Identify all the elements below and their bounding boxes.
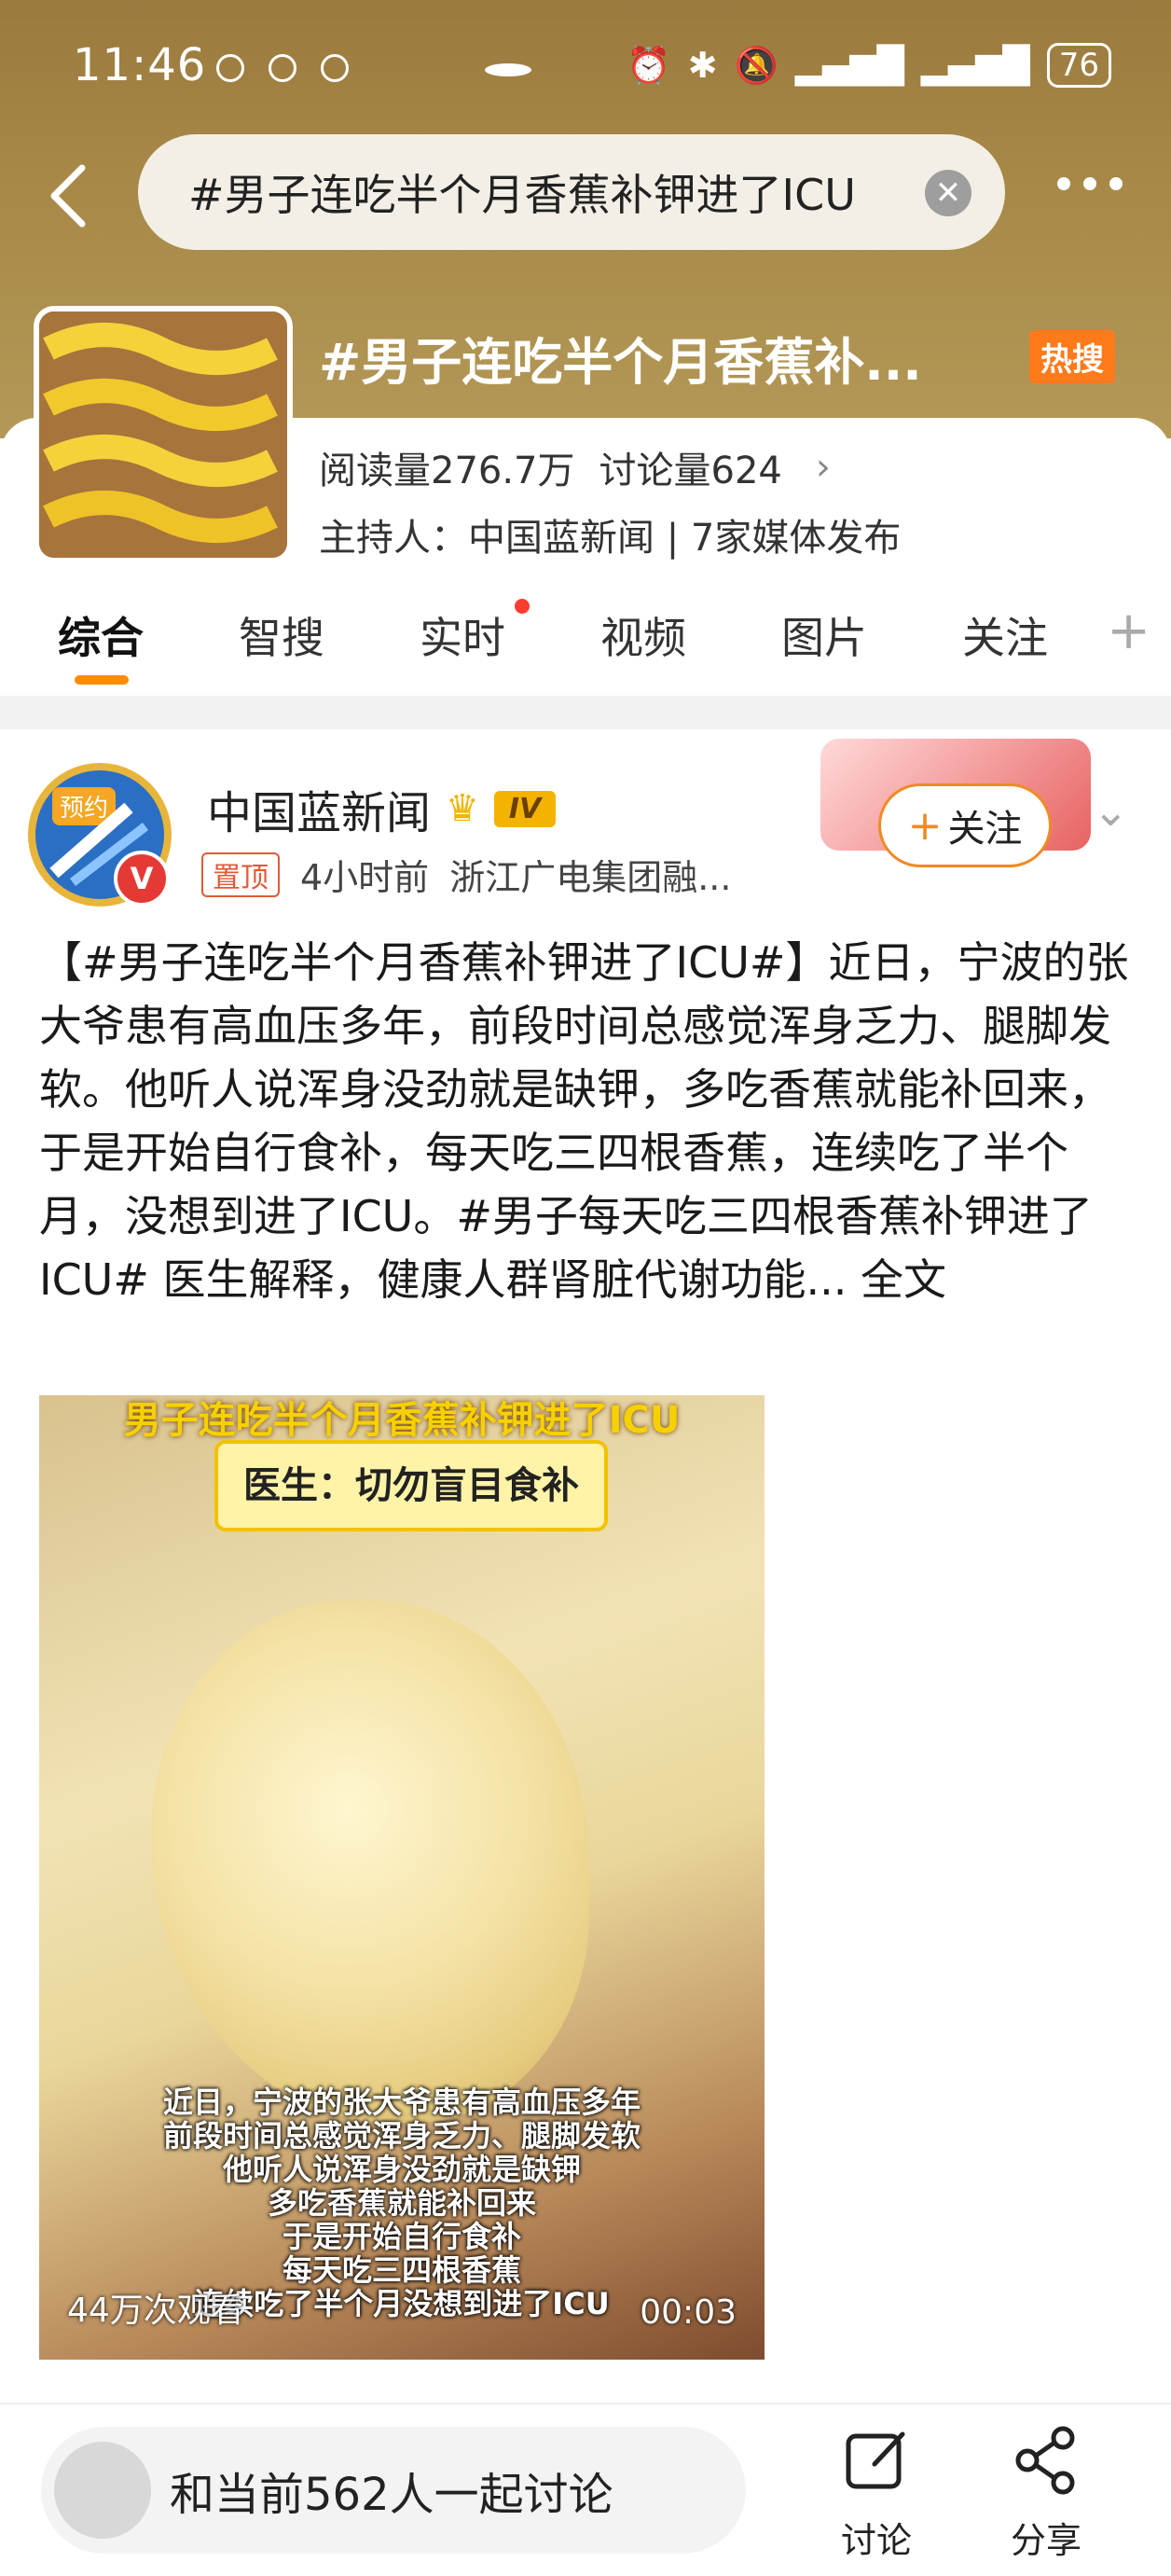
user-avatar <box>54 2442 151 2539</box>
search-bar[interactable]: #男子连吃半个月香蕉补钾进了ICU ✕ <box>138 134 1005 250</box>
tab-realtime[interactable]: 实时 <box>420 604 505 666</box>
discuss-prompt[interactable]: 和当前562人一起讨论 <box>170 2458 613 2523</box>
read-count: 阅读量276.7万 <box>319 450 575 492</box>
chevron-down-icon[interactable]: ⌄ <box>1093 785 1129 836</box>
alarm-icon: ⏰ <box>627 44 671 86</box>
hot-badge: 热搜 <box>1029 330 1115 383</box>
bluetooth-icon: ✱ <box>687 45 718 86</box>
follow-label: 关注 <box>947 808 1023 851</box>
caption-line: 于是开始自行食补 <box>282 2219 521 2254</box>
signal-icon: ▂▄▆█ <box>920 45 1030 86</box>
tab-images[interactable]: 图片 <box>781 604 867 666</box>
banana-image <box>151 1600 589 2123</box>
camera-notch-icon <box>485 63 531 76</box>
discuss-label: 讨论 <box>840 2520 912 2561</box>
discuss-input[interactable]: 和当前562人一起讨论 <box>41 2427 746 2554</box>
video-views: 44万次观看 <box>67 2292 244 2330</box>
clock: 11:46 <box>73 39 207 91</box>
video-player[interactable]: 男子连吃半个月香蕉补钾进了ICU 医生：切勿盲目食补 近日，宁波的张大爷患有高血… <box>39 1395 765 2360</box>
author-row[interactable]: 中国蓝新闻 ♛ IV <box>207 776 557 841</box>
discuss-button[interactable]: 讨论 <box>820 2423 932 2563</box>
caption-line: 近日，宁波的张大爷患有高血压多年 <box>162 2084 641 2120</box>
video-badge: 医生：切勿盲目食补 <box>214 1440 608 1531</box>
active-tab-indicator <box>75 675 129 685</box>
crown-icon: ♛ <box>446 787 479 830</box>
notification-icons <box>216 54 349 82</box>
search-query[interactable]: #男子连吃半个月香蕉补钾进了ICU <box>188 161 856 223</box>
section-divider <box>0 696 1171 729</box>
level-badge: IV <box>493 790 557 827</box>
topic-thumbnail[interactable] <box>34 306 293 563</box>
system-icons: ⏰ ✱ 🔕 ▂▄▆█ ▂▄▆█ 76 <box>627 43 1111 88</box>
edit-icon <box>846 2431 905 2489</box>
post-text: 【#男子连吃半个月香蕉补钾进了ICU#】近日，宁波的张大爷患有高血压多年，前段时… <box>39 931 1139 1311</box>
tab-smart-search[interactable]: 智搜 <box>239 604 324 666</box>
post-time: 4小时前 <box>300 857 430 898</box>
video-duration: 00:03 <box>640 2293 737 2332</box>
verified-icon: V <box>114 851 170 907</box>
more-options-icon[interactable] <box>1057 177 1123 190</box>
tab-video[interactable]: 视频 <box>600 604 686 666</box>
author-name[interactable]: 中国蓝新闻 <box>207 776 431 841</box>
signal-icon: ▂▄▆█ <box>794 45 904 86</box>
caption-line: 每天吃三四根香蕉 <box>282 2252 521 2288</box>
add-tab-icon[interactable]: + <box>1107 601 1150 661</box>
topic-stats[interactable]: 阅读量276.7万 讨论量624 › <box>319 440 831 494</box>
caption-line: 前段时间总感觉浑身乏力、腿脚发软 <box>162 2118 641 2154</box>
share-label: 分享 <box>1010 2520 1081 2561</box>
pinned-badge: 置顶 <box>201 852 280 897</box>
app-notification-icon <box>321 54 349 82</box>
discussion-count: 讨论量624 <box>599 450 782 492</box>
topic-title: #男子连吃半个月香蕉补... <box>319 333 922 392</box>
mute-icon: 🔕 <box>734 44 778 86</box>
video-top-caption: 男子连吃半个月香蕉补钾进了ICU <box>123 1399 681 1442</box>
app-notification-icon <box>269 54 296 82</box>
share-button[interactable]: 分享 <box>990 2423 1102 2563</box>
caption-line: 多吃香蕉就能补回来 <box>267 2185 536 2221</box>
topic-host: 主持人：中国蓝新闻 | 7家媒体发布 <box>319 517 902 560</box>
follow-button[interactable]: + 关注 <box>878 783 1052 867</box>
post-source: 浙江广电集团融... <box>449 857 732 898</box>
bottom-bar: 和当前562人一起讨论 讨论 分享 <box>0 2403 1171 2576</box>
post-meta: 置顶 4小时前 浙江广电集团融... <box>201 849 731 900</box>
chevron-right-icon[interactable]: › <box>816 446 831 489</box>
tab-comprehensive[interactable]: 综合 <box>58 604 144 666</box>
post-body: 【#男子连吃半个月香蕉补钾进了ICU#】近日，宁波的张大爷患有高血压多年，前段时… <box>39 937 1129 1305</box>
new-indicator-dot <box>515 599 530 614</box>
plus-icon: + <box>907 801 943 850</box>
clear-icon[interactable]: ✕ <box>925 170 971 216</box>
back-icon[interactable] <box>41 159 97 233</box>
battery-indicator: 76 <box>1046 43 1111 88</box>
share-icon <box>1015 2426 1075 2495</box>
full-text-link[interactable]: 全文 <box>861 1254 946 1305</box>
status-bar: 11:46 ⏰ ✱ 🔕 ▂▄▆█ ▂▄▆█ 76 <box>0 0 1171 131</box>
app-notification-icon <box>216 54 244 82</box>
tab-following[interactable]: 关注 <box>962 604 1048 666</box>
caption-line: 他听人说浑身没劲就是缺钾 <box>222 2152 581 2187</box>
tab-bar: 综合 智搜 实时 视频 图片 关注 + <box>0 588 1171 690</box>
